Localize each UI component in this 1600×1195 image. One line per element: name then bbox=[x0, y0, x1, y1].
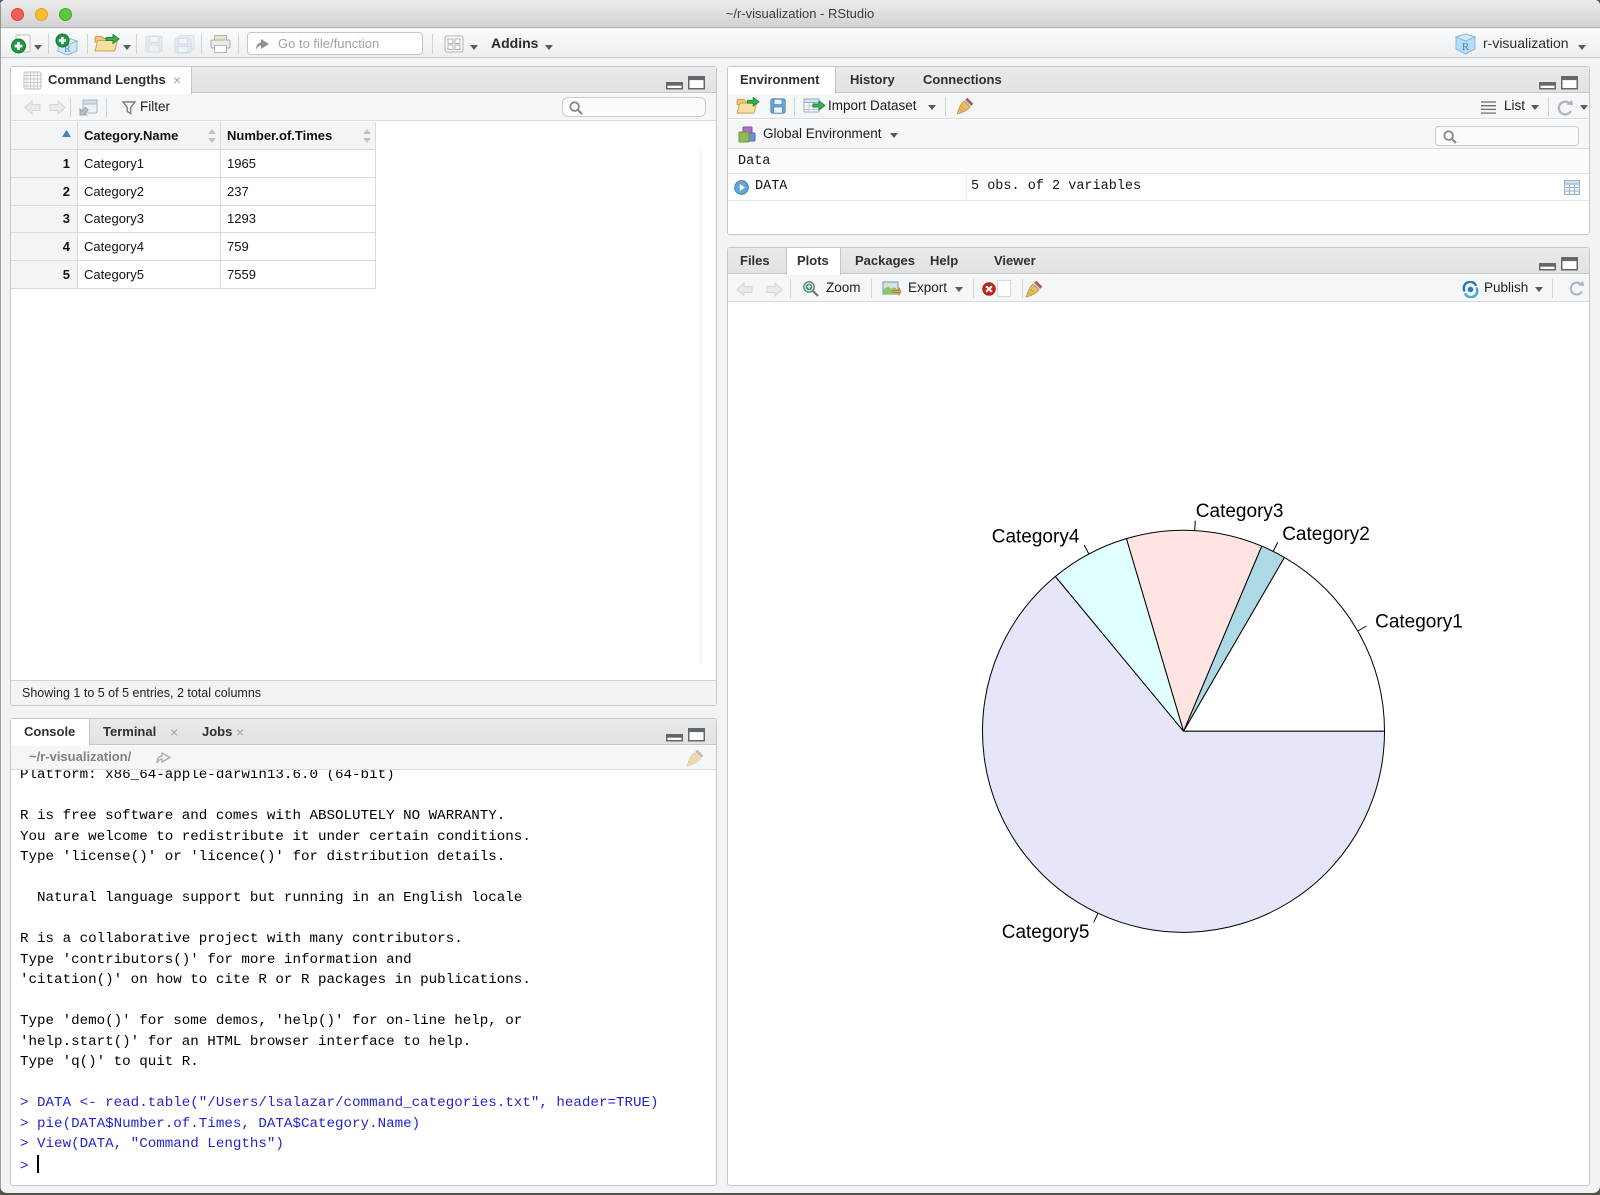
svg-text:R: R bbox=[1462, 41, 1470, 53]
svg-text:Category2: Category2 bbox=[1282, 524, 1370, 545]
svg-text:Category1: Category1 bbox=[1375, 611, 1463, 632]
svg-text:Category4: Category4 bbox=[992, 527, 1080, 548]
svg-text:Category5: Category5 bbox=[1002, 922, 1090, 943]
svg-text:Category3: Category3 bbox=[1196, 501, 1284, 522]
